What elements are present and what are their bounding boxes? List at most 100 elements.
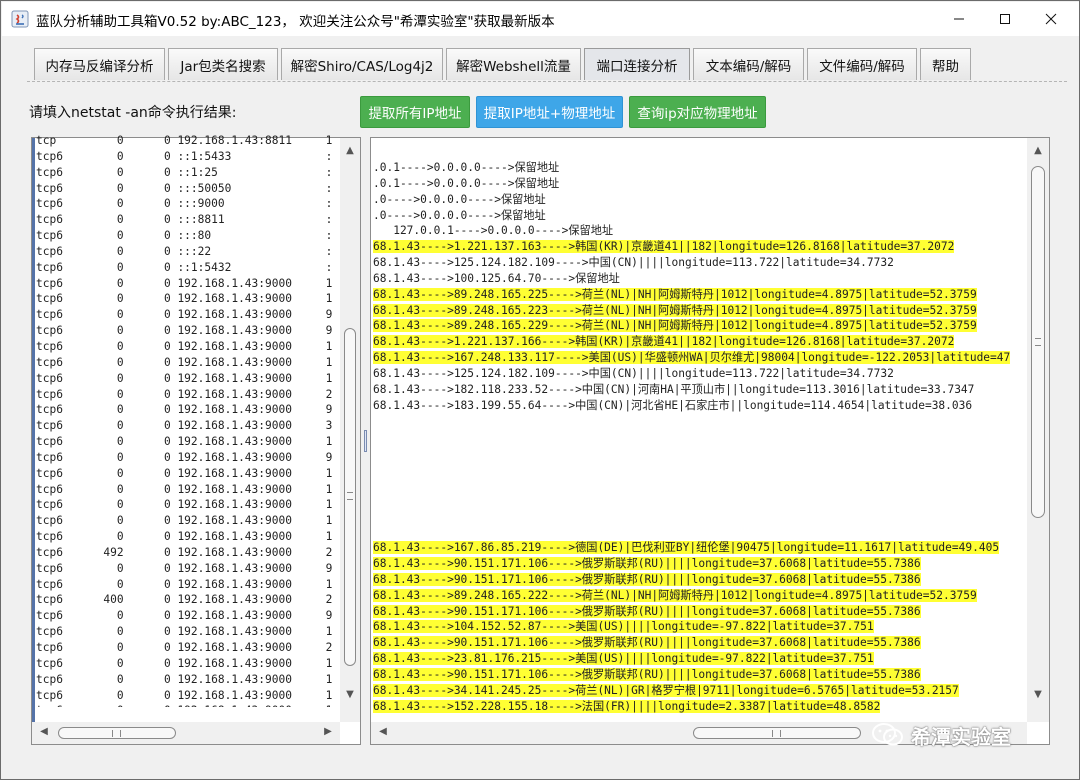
result-line [373, 445, 1029, 461]
scroll-down-arrow-icon[interactable]: ▼ [344, 690, 356, 700]
result-line [373, 414, 1029, 430]
netstat-line: tcp6 0 0 192.168.1.43:9000 9 [36, 308, 332, 322]
result-scroll-left-arrow-icon[interactable]: ◀ [377, 727, 389, 737]
netstat-line: tcp6 0 0 192.168.1.43:9000 2 [36, 387, 332, 401]
result-output-area[interactable]: .0.1---->0.0.0.0---->保留地址 .0.1---->0.0.0.… [370, 137, 1050, 745]
scroll-right-arrow-icon[interactable]: ▶ [322, 727, 334, 737]
result-line: 127.0.0.1---->0.0.0.0---->保留地址 [373, 223, 1029, 239]
result-line: 68.1.43---->125.124.182.109---->中国(CN)||… [373, 366, 1029, 382]
tab-separator [27, 81, 1067, 82]
result-line: 68.1.43---->90.151.171.106---->俄罗斯联邦(RU)… [373, 604, 1029, 620]
result-line: 68.1.43---->90.151.171.106---->俄罗斯联邦(RU)… [373, 572, 1029, 588]
tab-text-encode-decode[interactable]: 文本编码/解码 [693, 48, 804, 80]
netstat-vertical-scrollbar[interactable]: ▲ ▼ [340, 138, 360, 722]
highlighted-result-text: 68.1.43---->90.151.171.106---->俄罗斯联邦(RU)… [373, 668, 921, 681]
netstat-line: tcp6 0 0 192.168.1.43:9000 1 [36, 371, 332, 385]
netstat-line: tcp6 0 0 :::9000 : [36, 197, 332, 211]
result-line: 68.1.43---->182.118.233.52---->中国(CN)|河南… [373, 382, 1029, 398]
result-line-text: .0.1---->0.0.0.0---->保留地址 [373, 176, 560, 190]
extract-ip-physical-button[interactable]: 提取IP地址+物理地址 [476, 96, 623, 128]
result-thumb-grip-icon [1035, 338, 1041, 346]
result-line: 68.1.43---->23.81.176.215---->美国(US)||||… [373, 651, 1029, 667]
result-text[interactable]: .0.1---->0.0.0.0---->保留地址 .0.1---->0.0.0.… [373, 160, 1029, 720]
result-line: .0---->0.0.0.0---->保留地址 [373, 192, 1029, 208]
highlighted-result-text: 68.1.43---->89.248.165.222---->荷兰(NL)|NH… [373, 588, 977, 602]
result-line [373, 477, 1029, 493]
netstat-line: tcp6 0 0 192.168.1.43:9000 9 [36, 450, 332, 464]
tab-bar: 内存马反编译分析 Jar包类名搜索 解密Shiro/CAS/Log4j2 解密W… [1, 37, 1079, 83]
tab-help[interactable]: 帮助 [920, 48, 971, 80]
minimize-button[interactable] [936, 2, 982, 36]
result-scroll-thumb[interactable] [1031, 166, 1045, 518]
highlighted-result-text: 68.1.43---->104.152.52.87---->美国(US)||||… [373, 620, 874, 634]
result-line [373, 461, 1029, 477]
highlighted-result-text: 68.1.43---->34.141.245.25---->荷兰(NL)|GR|… [373, 683, 959, 697]
netstat-line: tcp6 0 0 192.168.1.43:9000 1 [36, 466, 332, 480]
title-bar: 蓝队分析辅助工具箱V0.52 by:ABC_123， 欢迎关注公众号"希潭实验室… [2, 2, 1079, 36]
maximize-button[interactable] [982, 2, 1028, 36]
result-line: 68.1.43---->89.248.165.229---->荷兰(NL)|NH… [373, 318, 1029, 334]
result-line [373, 509, 1029, 525]
result-line: 68.1.43---->89.248.165.222---->荷兰(NL)|NH… [373, 588, 1029, 604]
close-icon [1045, 13, 1057, 25]
result-line: 68.1.43---->1.221.137.163---->韩国(KR)|京畿道… [373, 239, 1029, 255]
netstat-line: tcp6 0 0 192.168.1.43:9000 1 [36, 435, 332, 449]
tab-decrypt-webshell[interactable]: 解密Webshell流量 [446, 48, 581, 80]
highlighted-result-text: 68.1.43---->89.248.165.225---->荷兰(NL)|NH… [373, 287, 977, 301]
result-line-text: 68.1.43---->125.124.182.109---->中国(CN)||… [373, 366, 894, 380]
netstat-line: tcp6 0 0 192.168.1.43:9000 1 [36, 276, 332, 290]
highlighted-result-text: 68.1.43---->1.221.137.163---->韩国(KR)|京畿道… [373, 240, 955, 254]
result-line-text: .0---->0.0.0.0---->保留地址 [373, 208, 546, 222]
close-button[interactable] [1028, 2, 1074, 36]
netstat-line: tcp6 0 0 192.168.1.43:9000 1 [36, 577, 332, 591]
tab-memshell-decompile[interactable]: 内存马反编译分析 [34, 48, 165, 80]
tab-file-encode-decode[interactable]: 文件编码/解码 [807, 48, 917, 80]
netstat-text[interactable]: tcp 0 0 192.168.1.43:8811 1 tcp6 0 0 ::1:… [36, 133, 332, 707]
highlighted-result-text: 68.1.43---->167.86.85.219---->德国(DE)|巴伐利… [373, 541, 1000, 555]
netstat-line: tcp6 0 0 192.168.1.43:9000 9 [36, 324, 332, 338]
tab-decrypt-shiro[interactable]: 解密Shiro/CAS/Log4j2 [281, 48, 443, 80]
netstat-line: tcp6 0 0 192.168.1.43:9000 1 [36, 688, 332, 702]
result-line: 68.1.43---->100.125.64.70---->保留地址 [373, 271, 1029, 287]
result-h-thumb-grip-icon [772, 730, 781, 737]
divider-grip-icon[interactable] [364, 430, 367, 452]
tab-jar-class-search[interactable]: Jar包类名搜索 [168, 48, 278, 80]
result-scroll-up-arrow-icon[interactable]: ▲ [1032, 146, 1044, 156]
scroll-up-arrow-icon[interactable]: ▲ [344, 146, 356, 156]
highlighted-result-text: 68.1.43---->90.151.171.106---->俄罗斯联邦(RU)… [373, 557, 921, 571]
netstat-prompt-label: 请填入netstat -an命令执行结果: [29, 105, 237, 121]
highlighted-result-text: 68.1.43---->90.151.171.106---->俄罗斯联邦(RU)… [373, 636, 921, 650]
highlighted-result-text: 68.1.43---->89.248.165.229---->荷兰(NL)|NH… [373, 319, 977, 333]
result-line-text: 68.1.43---->100.125.64.70---->保留地址 [373, 271, 620, 285]
result-line: 68.1.43---->167.248.133.117---->美国(US)|华… [373, 350, 1029, 366]
split-divider[interactable] [363, 137, 369, 747]
result-line-text: 68.1.43---->125.124.182.109---->中国(CN)||… [373, 256, 894, 270]
result-h-scroll-thumb[interactable] [693, 727, 861, 739]
result-line-text: .0.1---->0.0.0.0---->保留地址 [373, 161, 560, 174]
tab-port-connection-analysis[interactable]: 端口连接分析 [584, 48, 690, 80]
netstat-input-area[interactable]: tcp 0 0 192.168.1.43:8811 1 tcp6 0 0 ::1:… [31, 134, 361, 745]
result-line: .0.1---->0.0.0.0---->保留地址 [373, 176, 1029, 192]
netstat-line: tcp6 0 0 192.168.1.43:9000 1 [36, 482, 332, 496]
h-scroll-thumb[interactable] [58, 727, 176, 739]
result-scroll-down-arrow-icon[interactable]: ▼ [1032, 690, 1044, 700]
extract-all-ip-button[interactable]: 提取所有IP地址 [360, 96, 470, 128]
netstat-line: tcp6 0 0 192.168.1.43:9000 1 [36, 530, 332, 544]
query-ip-physical-button[interactable]: 查询ip对应物理地址 [629, 96, 766, 128]
java-app-icon [11, 10, 29, 28]
result-line: 68.1.43---->183.199.55.64---->中国(CN)|河北省… [373, 398, 1029, 414]
result-line: 68.1.43---->90.151.171.106---->俄罗斯联邦(RU)… [373, 635, 1029, 651]
result-line: 68.1.43---->90.151.171.106---->俄罗斯联邦(RU)… [373, 556, 1029, 572]
netstat-line: tcp6 0 0 192.168.1.43:9000 1 [36, 292, 332, 306]
result-vertical-scrollbar[interactable]: ▲ ▼ [1027, 138, 1049, 722]
scroll-left-arrow-icon[interactable]: ◀ [38, 727, 50, 737]
window-title: 蓝队分析辅助工具箱V0.52 by:ABC_123， 欢迎关注公众号"希潭实验室… [36, 14, 555, 30]
netstat-line: tcp6 0 0 192.168.1.43:9000 2 [36, 641, 332, 654]
netstat-line: tcp6 0 0 ::1:25 : [36, 165, 332, 179]
scroll-thumb[interactable] [344, 328, 356, 666]
result-line: 68.1.43---->167.86.85.219---->德国(DE)|巴伐利… [373, 540, 1029, 556]
netstat-horizontal-scrollbar[interactable]: ◀ ▶ [32, 722, 340, 744]
result-line-text: 68.1.43---->183.199.55.64---->中国(CN)|河北省… [373, 398, 973, 412]
netstat-line: tcp6 0 0 :::22 : [36, 244, 332, 258]
thumb-grip-icon [347, 492, 353, 500]
